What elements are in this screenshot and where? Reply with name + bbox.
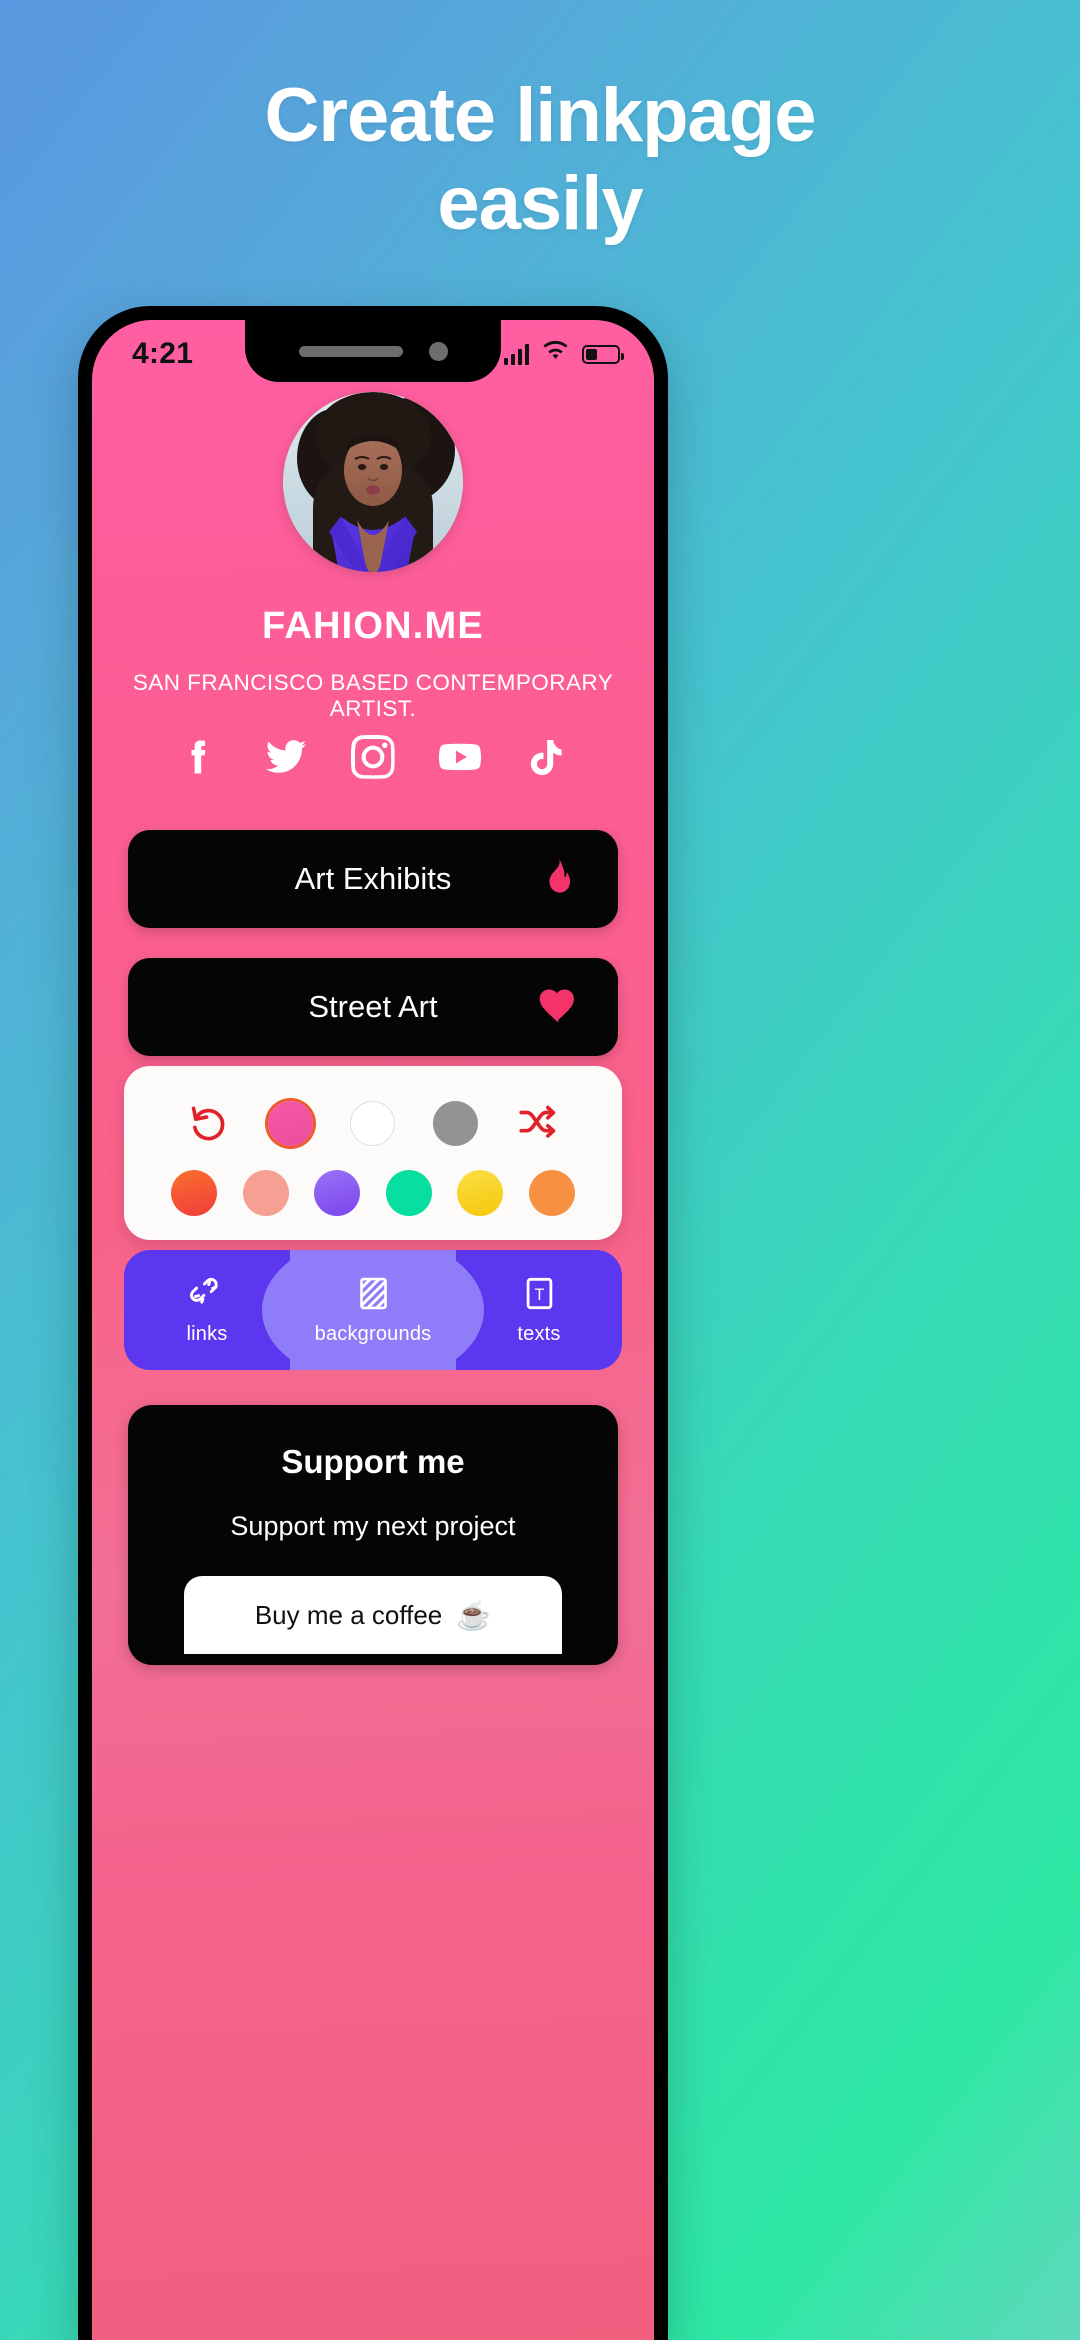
phone-mockup: 4:21 FAHION.ME SAN FRANCISCO BASED CONTE… (78, 306, 668, 2340)
palette-color-teal[interactable] (385, 1170, 432, 1216)
link-buttons-list: Art Exhibits Street Art (128, 830, 618, 1086)
headline-line-1: Create linkpage (264, 73, 817, 158)
social-link-tiktok[interactable] (525, 735, 569, 779)
instagram-icon (351, 735, 395, 779)
wifi-icon (542, 340, 569, 367)
speaker-grille-icon (298, 345, 403, 357)
profile-username: FAHION.ME (262, 605, 484, 647)
theme-color-gray[interactable] (433, 1100, 479, 1146)
link-button-label: Street Art (308, 989, 438, 1024)
phone-screen: 4:21 FAHION.ME SAN FRANCISCO BASED CONTE… (92, 320, 654, 2340)
hatch-pattern-icon (355, 1275, 392, 1312)
support-card-title: Support me (281, 1443, 465, 1480)
social-links-row (92, 735, 654, 779)
tab-backgrounds[interactable]: backgrounds (262, 1250, 484, 1370)
status-icons (503, 340, 624, 367)
profile-bio: SAN FRANCISCO BASED CONTEMPORARY ARTIST. (132, 670, 614, 721)
palette-color-orange[interactable] (528, 1170, 575, 1216)
flame-icon (538, 858, 578, 900)
theme-color-white[interactable] (350, 1100, 396, 1146)
social-link-instagram[interactable] (351, 735, 395, 779)
social-link-twitter[interactable] (264, 735, 308, 779)
svg-text:T: T (534, 1285, 544, 1303)
facebook-icon (177, 735, 221, 779)
headline-line-2: easily (437, 161, 643, 247)
palette-color-salmon[interactable] (242, 1170, 289, 1216)
social-link-youtube[interactable] (438, 735, 482, 779)
broken-link-icon (189, 1275, 226, 1312)
shuffle-icon[interactable] (516, 1102, 558, 1144)
profile-section: FAHION.ME SAN FRANCISCO BASED CONTEMPORA… (92, 392, 654, 722)
palette-color-purple[interactable] (314, 1170, 361, 1216)
youtube-icon (438, 735, 482, 779)
tab-label: backgrounds (314, 1322, 432, 1345)
theme-color-pink[interactable] (267, 1100, 313, 1146)
heart-icon (538, 986, 578, 1028)
text-box-icon: T (521, 1275, 558, 1312)
page-headline: Create linkpage easily (0, 72, 1080, 248)
undo-icon[interactable] (188, 1102, 230, 1144)
link-button-street-art[interactable]: Street Art (128, 958, 618, 1056)
palette-color-orange-red[interactable] (171, 1170, 218, 1216)
support-card-subtitle: Support my next project (230, 1511, 516, 1541)
editor-tab-bar: links backgrounds T texts (124, 1250, 622, 1370)
phone-notch (245, 320, 501, 382)
social-link-facebook[interactable] (177, 735, 221, 779)
background-editor-panel (124, 1066, 622, 1240)
tab-label: links (186, 1322, 228, 1345)
status-time: 4:21 (132, 337, 194, 370)
palette-color-yellow[interactable] (457, 1170, 504, 1216)
link-button-label: Art Exhibits (294, 861, 452, 896)
support-card: Support me Support my next project Buy m… (128, 1405, 618, 1665)
color-palette-row (124, 1160, 622, 1240)
editor-tools-row (124, 1092, 622, 1160)
front-camera-icon (428, 341, 448, 361)
battery-low-icon (582, 344, 624, 364)
twitter-icon (264, 735, 308, 779)
avatar (283, 392, 463, 572)
tiktok-icon (525, 735, 569, 779)
link-button-art-exhibits[interactable]: Art Exhibits (128, 830, 618, 928)
buy-me-a-coffee-button[interactable]: Buy me a coffee ☕ (184, 1576, 562, 1654)
tab-texts[interactable]: T texts (456, 1250, 622, 1370)
buy-coffee-label: Buy me a coffee (254, 1599, 443, 1630)
tab-label: texts (517, 1322, 561, 1345)
coffee-cup-icon: ☕ (456, 1599, 492, 1631)
signal-bars-icon (503, 343, 529, 365)
